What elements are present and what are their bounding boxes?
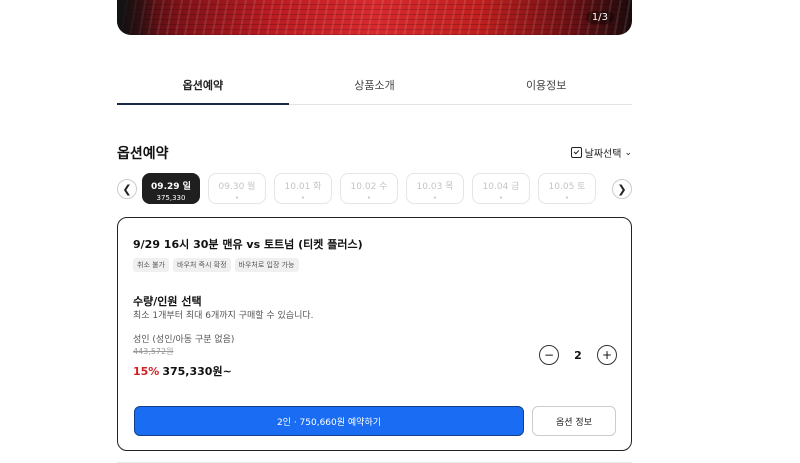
tab-bar: 옵션예약 상품소개 이용정보 bbox=[117, 64, 632, 105]
quantity-title: 수량/인원 선택 bbox=[133, 295, 202, 308]
badge: 취소 불가 bbox=[133, 258, 169, 272]
date-chip[interactable]: 09.30 월 • bbox=[208, 173, 266, 204]
option-badges: 취소 불가 바우처 즉시 확정 바우처로 입장 가능 bbox=[133, 258, 299, 272]
date-chip-price: • bbox=[432, 194, 438, 202]
quantity-value: 2 bbox=[574, 348, 582, 362]
date-chip[interactable]: 10.05 토 • bbox=[538, 173, 596, 204]
tab-option-reservation[interactable]: 옵션예약 bbox=[117, 64, 289, 105]
tab-product-intro[interactable]: 상품소개 bbox=[289, 64, 461, 104]
date-chip-date: 10.05 토 bbox=[548, 182, 586, 192]
date-chip-date: 09.30 월 bbox=[218, 182, 256, 192]
person-type-label: 성인 (성인/아동 구분 없음) bbox=[133, 335, 235, 345]
date-chip-price: • bbox=[366, 194, 372, 202]
option-card: 9/29 16시 30분 맨유 vs 토트넘 (티켓 플러스) 취소 불가 바우… bbox=[117, 217, 632, 451]
date-chip-date: 10.04 금 bbox=[482, 182, 520, 192]
tab-usage-info[interactable]: 이용정보 bbox=[460, 64, 632, 104]
discount-rate: 15% bbox=[133, 365, 160, 378]
chevron-down-icon: ⌄ bbox=[624, 147, 632, 158]
sale-price: 375,330원~ bbox=[162, 365, 232, 378]
date-chip-date: 10.01 화 bbox=[284, 182, 322, 192]
date-chip[interactable]: 10.03 목 • bbox=[406, 173, 464, 204]
date-carousel: 09.29 일 375,330 09.30 월 • 10.01 화 • 10.0… bbox=[142, 173, 600, 205]
sale-price-line: 15% 375,330원~ bbox=[133, 363, 232, 379]
hero-shade bbox=[117, 0, 157, 35]
calendar-check-icon bbox=[570, 147, 582, 158]
badge: 바우처로 입장 가능 bbox=[234, 258, 299, 272]
badge: 바우처 즉시 확정 bbox=[173, 258, 231, 272]
date-chip-price: • bbox=[234, 194, 240, 202]
date-prev-button[interactable]: ❮ bbox=[117, 179, 137, 199]
date-select-button[interactable]: 날짜선택 ⌄ bbox=[570, 145, 632, 160]
plus-icon: + bbox=[601, 348, 613, 362]
hero-image: 1/3 bbox=[117, 0, 632, 35]
quantity-stepper: − 2 + bbox=[539, 345, 617, 365]
quantity-description: 최소 1개부터 최대 6개까지 구매할 수 있습니다. bbox=[133, 311, 314, 321]
date-chip-date: 09.29 일 bbox=[151, 182, 191, 192]
date-chip[interactable]: 09.29 일 375,330 bbox=[142, 173, 200, 204]
option-title: 9/29 16시 30분 맨유 vs 토트넘 (티켓 플러스) bbox=[133, 238, 363, 251]
date-chip-price: • bbox=[498, 194, 504, 202]
date-chip-price: • bbox=[300, 194, 306, 202]
date-next-button[interactable]: ❯ bbox=[612, 179, 632, 199]
increase-button[interactable]: + bbox=[597, 345, 617, 365]
reserve-button[interactable]: 2인 · 750,660원 예약하기 bbox=[134, 406, 524, 436]
date-chip-date: 10.03 목 bbox=[416, 182, 454, 192]
decrease-button[interactable]: − bbox=[539, 345, 559, 365]
minus-icon: − bbox=[543, 348, 555, 362]
date-chip[interactable]: 10.04 금 • bbox=[472, 173, 530, 204]
date-chip-price: • bbox=[564, 194, 570, 202]
date-select-label: 날짜선택 bbox=[584, 149, 622, 160]
date-chip[interactable]: 10.01 화 • bbox=[274, 173, 332, 204]
chevron-left-icon: ❮ bbox=[122, 182, 132, 196]
section-title: 옵션예약 bbox=[117, 146, 169, 162]
image-counter: 1/3 bbox=[585, 11, 614, 24]
date-chip-date: 10.02 수 bbox=[350, 182, 388, 192]
original-price: 443,572원 bbox=[133, 347, 174, 356]
chevron-right-icon: ❯ bbox=[617, 182, 627, 196]
date-chip[interactable]: 10.02 수 • bbox=[340, 173, 398, 204]
date-chip-price: 375,330 bbox=[156, 194, 186, 202]
option-info-button[interactable]: 옵션 정보 bbox=[532, 406, 616, 436]
